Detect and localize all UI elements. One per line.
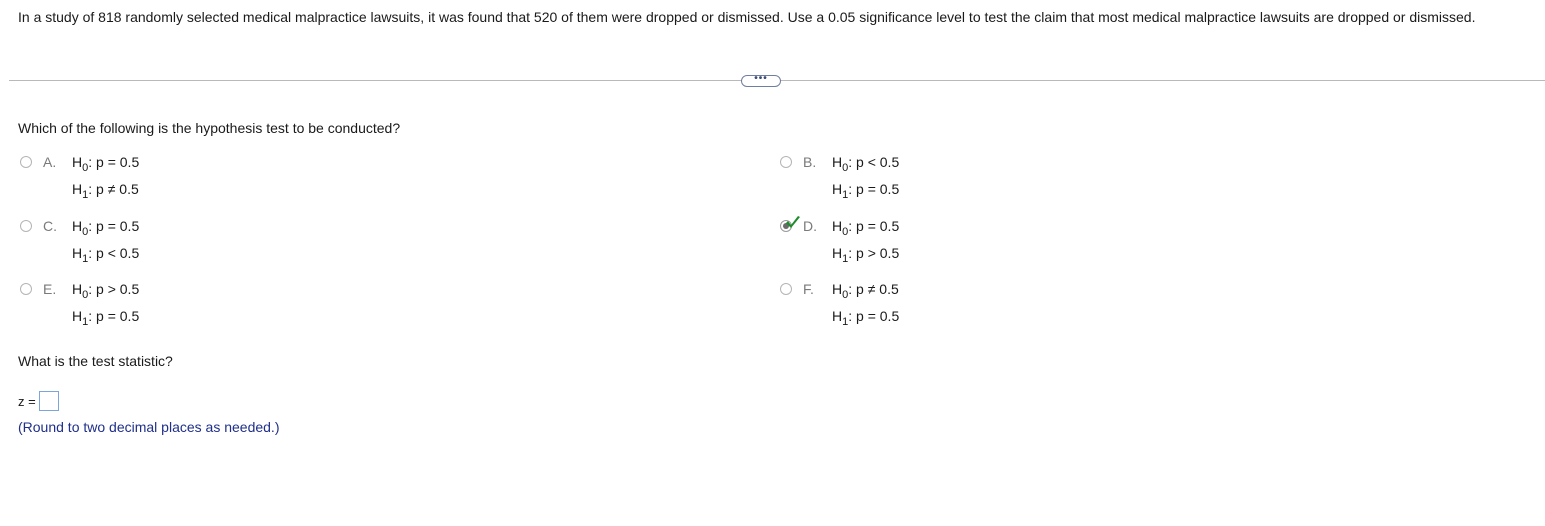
more-options-button[interactable]: ••• [741, 73, 781, 87]
test-statistic-question-prompt: What is the test statistic? [18, 353, 173, 369]
option-d[interactable]: D. H0: p = 0.5 H1: p > 0.5 [780, 216, 1080, 265]
null-hypothesis: H0: p < 0.5 [832, 154, 900, 174]
option-e[interactable]: E. H0: p > 0.5 H1: p = 0.5 [20, 280, 320, 328]
alternative-hypothesis: H1: p ≠ 0.5 [72, 181, 139, 201]
radio-button-c[interactable] [20, 220, 32, 232]
alternative-hypothesis: H1: p = 0.5 [72, 308, 140, 328]
option-a[interactable]: A. H0: p = 0.5 H1: p ≠ 0.5 [20, 153, 320, 201]
option-letter: C. [43, 218, 57, 234]
alternative-hypothesis: H1: p = 0.5 [832, 181, 900, 201]
z-answer-row: z = [18, 389, 59, 413]
option-c[interactable]: C. H0: p = 0.5 H1: p < 0.5 [20, 217, 320, 265]
alternative-hypothesis: H1: p < 0.5 [72, 245, 140, 265]
alternative-hypothesis: H1: p = 0.5 [832, 308, 900, 328]
z-value-input[interactable] [38, 391, 59, 411]
problem-statement: In a study of 818 randomly selected medi… [18, 9, 1476, 25]
more-options-label: ••• [754, 73, 768, 84]
z-label: z = [18, 393, 36, 409]
check-icon [786, 216, 800, 228]
radio-button-e[interactable] [20, 283, 32, 295]
option-letter: A. [43, 154, 57, 170]
null-hypothesis: H0: p = 0.5 [72, 154, 140, 174]
radio-button-f[interactable] [780, 283, 792, 295]
option-letter: D. [803, 218, 817, 234]
option-letter: E. [43, 281, 57, 297]
option-b[interactable]: B. H0: p < 0.5 H1: p = 0.5 [780, 153, 1080, 201]
null-hypothesis: H0: p = 0.5 [832, 218, 900, 238]
alternative-hypothesis: H1: p > 0.5 [832, 245, 900, 265]
null-hypothesis: H0: p ≠ 0.5 [832, 281, 899, 301]
null-hypothesis: H0: p > 0.5 [72, 281, 140, 301]
option-letter: F. [803, 281, 814, 297]
null-hypothesis: H0: p = 0.5 [72, 218, 140, 238]
option-letter: B. [803, 154, 817, 170]
radio-button-b[interactable] [780, 156, 792, 168]
option-f[interactable]: F. H0: p ≠ 0.5 H1: p = 0.5 [780, 280, 1080, 328]
radio-button-a[interactable] [20, 156, 32, 168]
hypothesis-question-prompt: Which of the following is the hypothesis… [18, 120, 401, 136]
rounding-instruction: (Round to two decimal places as needed.) [18, 419, 280, 435]
